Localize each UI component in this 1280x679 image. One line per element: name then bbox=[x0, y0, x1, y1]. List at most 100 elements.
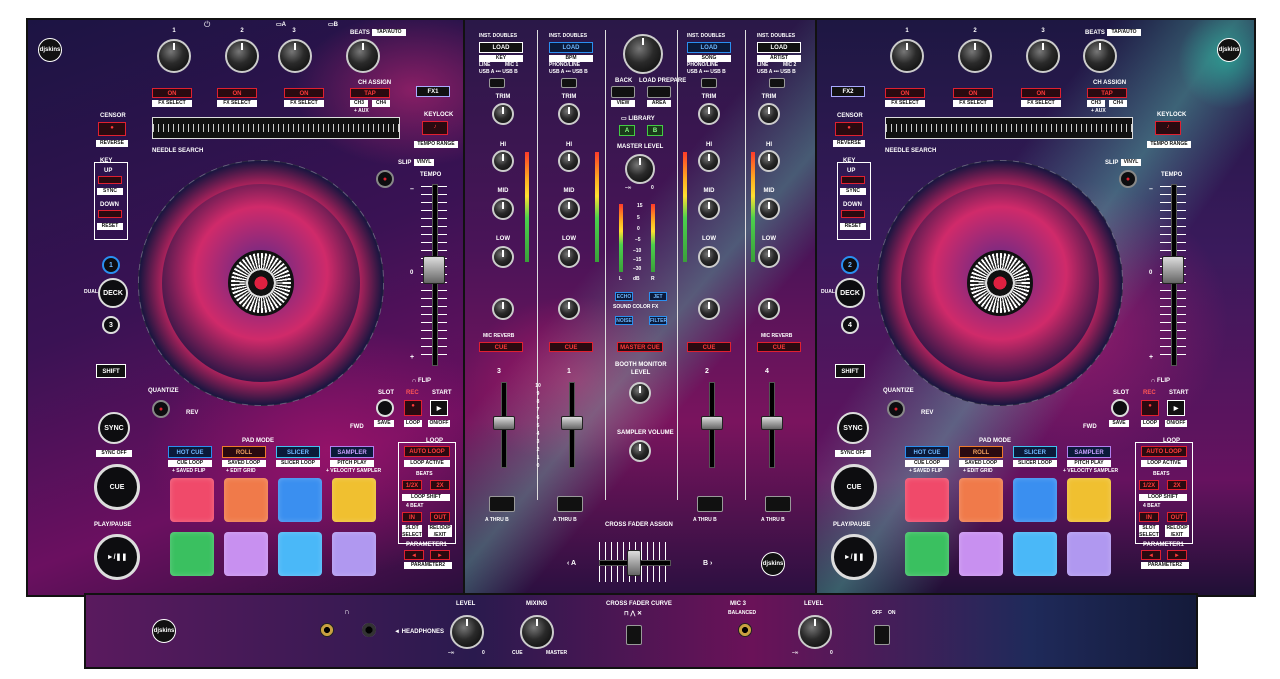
load-prepare-button[interactable] bbox=[647, 86, 671, 98]
pad-5[interactable] bbox=[905, 532, 949, 576]
hot-cue-button[interactable]: HOT CUE bbox=[905, 446, 949, 458]
pad-3[interactable] bbox=[278, 478, 322, 522]
rec-button[interactable]: ● bbox=[1141, 400, 1159, 416]
browse-knob[interactable] bbox=[623, 34, 663, 74]
ch4-xf-assign-switch[interactable] bbox=[765, 496, 791, 512]
mic-level-knob[interactable] bbox=[798, 615, 832, 649]
keylock-button[interactable]: ♪ bbox=[1155, 121, 1181, 135]
ch1-input-switch[interactable] bbox=[561, 78, 577, 88]
ch4-filter-knob[interactable] bbox=[758, 298, 780, 320]
tempo-fader[interactable] bbox=[423, 256, 445, 284]
cross-fader-curve-switch[interactable] bbox=[626, 625, 642, 645]
pad-7[interactable] bbox=[278, 532, 322, 576]
shift-button[interactable]: SHIFT bbox=[835, 364, 865, 378]
key-up-button[interactable] bbox=[98, 176, 122, 184]
ch1-cue-button[interactable]: CUE bbox=[549, 342, 593, 352]
fx1-on-button[interactable]: ON bbox=[885, 88, 925, 98]
tap-button[interactable]: TAP bbox=[1087, 88, 1127, 98]
pad-1[interactable] bbox=[170, 478, 214, 522]
master-cue-button[interactable]: MASTER CUE bbox=[617, 342, 663, 352]
ch4-load-button[interactable]: LOAD bbox=[757, 42, 801, 53]
loop-out-button[interactable]: OUT bbox=[1167, 512, 1187, 522]
mic3-jack[interactable] bbox=[738, 623, 752, 637]
pad-6[interactable] bbox=[959, 532, 1003, 576]
needle-search-strip[interactable] bbox=[885, 117, 1133, 139]
ch1-low-knob[interactable] bbox=[558, 246, 580, 268]
needle-search-strip[interactable] bbox=[152, 117, 400, 139]
sampler-volume-knob[interactable] bbox=[629, 440, 651, 462]
ch4-input-switch[interactable] bbox=[769, 78, 785, 88]
quantize-button[interactable]: ● bbox=[152, 400, 170, 418]
deck-2-button[interactable]: 2 bbox=[841, 256, 859, 274]
roll-button[interactable]: ROLL bbox=[222, 446, 266, 458]
start-button[interactable]: ▶ bbox=[1167, 400, 1185, 416]
slot-button[interactable] bbox=[1111, 399, 1129, 417]
jet-button[interactable]: JET bbox=[649, 292, 667, 301]
sampler-button[interactable]: SAMPLER bbox=[330, 446, 374, 458]
censor-button[interactable]: ● bbox=[98, 122, 126, 136]
cue-button[interactable]: CUE bbox=[94, 464, 140, 510]
censor-button[interactable]: ● bbox=[835, 122, 863, 136]
pad-1[interactable] bbox=[905, 478, 949, 522]
loop-double-button[interactable]: 2X bbox=[1167, 480, 1187, 490]
pad-4[interactable] bbox=[332, 478, 376, 522]
fx3-on-button[interactable]: ON bbox=[284, 88, 324, 98]
ch3-load-button[interactable]: LOAD bbox=[479, 42, 523, 53]
fx1-on-button[interactable]: ON bbox=[152, 88, 192, 98]
ch4-trim-knob[interactable] bbox=[758, 103, 780, 125]
fx3-knob[interactable] bbox=[1026, 39, 1060, 73]
ch3-fader[interactable] bbox=[493, 416, 515, 430]
play-pause-button[interactable]: ►/❚❚ bbox=[831, 534, 877, 580]
deck-4-button[interactable]: 4 bbox=[841, 316, 859, 334]
sync-button[interactable]: SYNC bbox=[837, 412, 869, 444]
fx3-on-button[interactable]: ON bbox=[1021, 88, 1061, 98]
quantize-button[interactable]: ● bbox=[887, 400, 905, 418]
beats-knob[interactable] bbox=[346, 39, 380, 73]
beats-knob[interactable] bbox=[1083, 39, 1117, 73]
ch2-low-knob[interactable] bbox=[698, 246, 720, 268]
slicer-button[interactable]: SLICER bbox=[276, 446, 320, 458]
ch3-low-knob[interactable] bbox=[492, 246, 514, 268]
sync-button[interactable]: SYNC bbox=[98, 412, 130, 444]
slot-button[interactable] bbox=[376, 399, 394, 417]
ch3-trim-knob[interactable] bbox=[492, 103, 514, 125]
pad-6[interactable] bbox=[224, 532, 268, 576]
noise-button[interactable]: NOISE bbox=[615, 316, 633, 325]
fx2-knob[interactable] bbox=[958, 39, 992, 73]
ch4-fader[interactable] bbox=[761, 416, 783, 430]
key-up-button[interactable] bbox=[841, 176, 865, 184]
key-down-button[interactable] bbox=[841, 210, 865, 218]
parameter-left-button[interactable]: ◄ bbox=[1141, 550, 1161, 560]
ch4-hi-knob[interactable] bbox=[758, 150, 780, 172]
hot-cue-button[interactable]: HOT CUE bbox=[168, 446, 212, 458]
pad-2[interactable] bbox=[959, 478, 1003, 522]
booth-monitor-knob[interactable] bbox=[629, 382, 651, 404]
headphones-jack[interactable] bbox=[362, 623, 376, 637]
ch2-load-button[interactable]: LOAD bbox=[687, 42, 731, 53]
ch2-cue-button[interactable]: CUE bbox=[687, 342, 731, 352]
pad-4[interactable] bbox=[1067, 478, 1111, 522]
ch3-input-switch[interactable] bbox=[489, 78, 505, 88]
sampler-button[interactable]: SAMPLER bbox=[1067, 446, 1111, 458]
cue-button[interactable]: CUE bbox=[831, 464, 877, 510]
ch1-filter-knob[interactable] bbox=[558, 298, 580, 320]
ch2-input-switch[interactable] bbox=[701, 78, 717, 88]
vinyl-button[interactable]: ● bbox=[376, 170, 394, 188]
deck-1-button[interactable]: 1 bbox=[102, 256, 120, 274]
loop-half-button[interactable]: 1/2X bbox=[402, 480, 422, 490]
parameter-left-button[interactable]: ◄ bbox=[404, 550, 424, 560]
shift-button[interactable]: SHIFT bbox=[96, 364, 126, 378]
fx2-knob[interactable] bbox=[225, 39, 259, 73]
deck-button[interactable]: DECK bbox=[835, 278, 865, 308]
parameter-right-button[interactable]: ► bbox=[430, 550, 450, 560]
loop-half-button[interactable]: 1/2X bbox=[1139, 480, 1159, 490]
crossfader[interactable] bbox=[627, 550, 641, 576]
ch1-mid-knob[interactable] bbox=[558, 198, 580, 220]
mic-on-off-switch[interactable] bbox=[874, 625, 890, 645]
pad-3[interactable] bbox=[1013, 478, 1057, 522]
fx3-knob[interactable] bbox=[278, 39, 312, 73]
pad-5[interactable] bbox=[170, 532, 214, 576]
ch1-hi-knob[interactable] bbox=[558, 150, 580, 172]
tap-button[interactable]: TAP bbox=[350, 88, 390, 98]
headphones-level-knob[interactable] bbox=[450, 615, 484, 649]
